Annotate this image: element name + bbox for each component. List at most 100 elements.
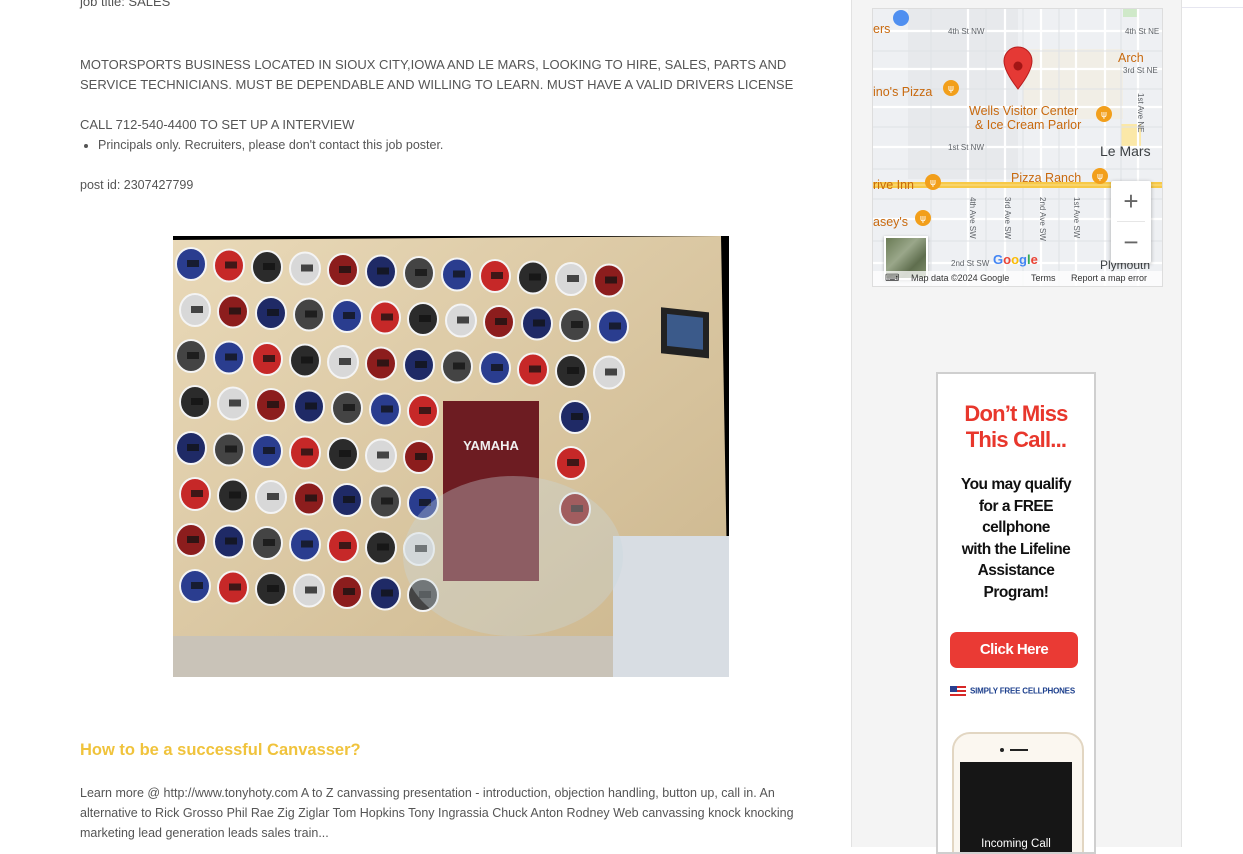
poi-wells-1: Wells Visitor Center bbox=[969, 104, 1078, 118]
poi-caseys: asey's bbox=[873, 215, 908, 229]
zoom-controls: + − bbox=[1111, 181, 1151, 263]
ad-brand-name: SIMPLY FREE CELLPHONES bbox=[970, 686, 1075, 696]
street-1st-nw: 1st St NW bbox=[948, 143, 984, 152]
us-flag-icon bbox=[950, 686, 966, 697]
city-le-mars: Le Mars bbox=[1100, 143, 1151, 159]
incoming-call-text: Incoming Call bbox=[981, 838, 1051, 850]
helmet-visor bbox=[343, 588, 355, 595]
helmet-visor bbox=[229, 399, 241, 407]
helmet-visor bbox=[415, 361, 427, 368]
helmet-visor bbox=[229, 583, 241, 591]
helmet-visor bbox=[263, 447, 275, 454]
ad-body-line-3: cellphone bbox=[982, 519, 1050, 536]
report-map-error-link[interactable]: Report a map error bbox=[1071, 271, 1147, 286]
helmet-visor bbox=[453, 362, 465, 370]
helmet-visor bbox=[191, 398, 203, 405]
helmet-visor bbox=[305, 402, 317, 410]
principals-notice: Principals only. Recruiters, please don'… bbox=[98, 135, 443, 155]
helmet-visor bbox=[301, 264, 313, 272]
ad-body-line-5: Assistance bbox=[977, 562, 1055, 579]
helmet-visor bbox=[567, 367, 579, 374]
ad-body-line-1: You may qualify bbox=[960, 476, 1072, 493]
ad-headline-1: Don’t Miss bbox=[964, 401, 1068, 426]
listing-photo[interactable]: YAMAHA bbox=[173, 236, 729, 677]
helmet-visor bbox=[381, 589, 393, 597]
helmet-visor bbox=[263, 355, 275, 362]
phone-screen: Incoming Call bbox=[960, 762, 1072, 852]
helmet-visor bbox=[605, 276, 617, 284]
helmet-visor bbox=[381, 405, 393, 413]
helmet-visor bbox=[301, 540, 313, 548]
helmet-visor bbox=[567, 275, 579, 282]
helmet-visor bbox=[377, 359, 389, 367]
job-title-line: job title: SALES bbox=[80, 0, 171, 9]
ad-body-line-4: with the Lifeline bbox=[961, 540, 1071, 558]
helmet-visor bbox=[229, 491, 241, 499]
helmet-visor bbox=[415, 453, 427, 460]
helmet-visor bbox=[267, 493, 279, 500]
article-summary: Learn more @ http://www.tonyhoty.com A t… bbox=[80, 786, 794, 840]
ad-body: You may qualify for a FREE cellphone wit… bbox=[938, 474, 1094, 603]
svg-text:ψ: ψ bbox=[948, 84, 954, 94]
helmet-visor bbox=[377, 451, 389, 459]
helmet-visor bbox=[301, 448, 313, 456]
helmet-visor bbox=[267, 585, 279, 592]
helmet-visor bbox=[381, 497, 393, 505]
helmet-visor bbox=[191, 490, 203, 497]
street-4th-ne: 4th St NE bbox=[1125, 27, 1159, 36]
helmet-visor bbox=[187, 536, 199, 543]
helmet-wall-image: YAMAHA bbox=[173, 236, 729, 677]
phone-speaker bbox=[1010, 749, 1028, 751]
helmet-visor bbox=[339, 542, 351, 549]
ad-click-here-button[interactable]: Click Here bbox=[950, 632, 1078, 668]
helmet-visor bbox=[225, 261, 237, 269]
phone-illustration: Incoming Call bbox=[952, 732, 1084, 852]
street-3rd-ne: 3rd St NE bbox=[1123, 66, 1158, 75]
helmet-visor bbox=[609, 322, 621, 330]
helmet-visor bbox=[419, 315, 431, 322]
zoom-in-button[interactable]: + bbox=[1111, 181, 1151, 221]
helmet-visor bbox=[529, 273, 541, 281]
helmet-visor bbox=[305, 310, 317, 318]
poi-ers: ers bbox=[873, 22, 890, 36]
location-map[interactable]: 4th St NW 4th St NE 3rd St NE 1st St NW … bbox=[872, 8, 1163, 287]
keyboard-shortcuts-icon[interactable]: ⌨ bbox=[885, 271, 899, 286]
helmet-visor bbox=[305, 494, 317, 502]
helmet-visor bbox=[343, 312, 355, 319]
helmet-visor bbox=[191, 582, 203, 589]
helmet-visor bbox=[571, 413, 583, 420]
map-data-attribution: Map data ©2024 Google bbox=[911, 273, 1010, 283]
helmet-visor bbox=[263, 263, 275, 270]
ave-4th-sw: 4th Ave SW bbox=[968, 197, 977, 239]
helmet-visor bbox=[225, 445, 237, 453]
poi-pizza: ino's Pizza bbox=[873, 85, 932, 99]
helmet-visor bbox=[491, 364, 503, 371]
helmet-visor bbox=[529, 365, 541, 373]
helmet-visor bbox=[225, 353, 237, 361]
helmet-visor bbox=[377, 267, 389, 275]
helmet-visor bbox=[339, 450, 351, 457]
helmet-visor bbox=[187, 352, 199, 359]
helmet-visor bbox=[343, 496, 355, 503]
zoom-out-button[interactable]: − bbox=[1111, 222, 1151, 262]
ad-body-line-6: Program! bbox=[983, 583, 1049, 601]
helmet-visor bbox=[453, 270, 465, 278]
call-line: CALL 712-540-4400 TO SET UP A INTERVIEW bbox=[80, 117, 355, 132]
street-2nd-sw: 2nd St SW bbox=[951, 259, 990, 268]
helmet-visor bbox=[225, 537, 237, 545]
svg-text:ψ: ψ bbox=[930, 178, 936, 188]
svg-text:ψ: ψ bbox=[920, 214, 926, 224]
poi-wells-2: & Ice Cream Parlor bbox=[975, 118, 1081, 132]
lifeline-ad[interactable]: Don’t Miss This Call... You may qualify … bbox=[936, 372, 1096, 854]
phone-camera bbox=[1000, 748, 1004, 752]
google-logo: Google bbox=[993, 252, 1038, 267]
terms-link[interactable]: Terms bbox=[1031, 271, 1056, 286]
ave-2nd-sw: 2nd Ave SW bbox=[1038, 197, 1047, 241]
helmet-visor bbox=[571, 321, 583, 328]
ad-brand: SIMPLY FREE CELLPHONES bbox=[950, 686, 1090, 697]
helmet-visor bbox=[495, 318, 507, 325]
article-title-link[interactable]: How to be a successful Canvasser? bbox=[80, 741, 361, 760]
notice-list: Principals only. Recruiters, please don'… bbox=[80, 135, 443, 155]
main-content: job title: SALES MOTORSPORTS BUSINESS LO… bbox=[0, 0, 851, 847]
helmet-visor bbox=[187, 444, 199, 451]
